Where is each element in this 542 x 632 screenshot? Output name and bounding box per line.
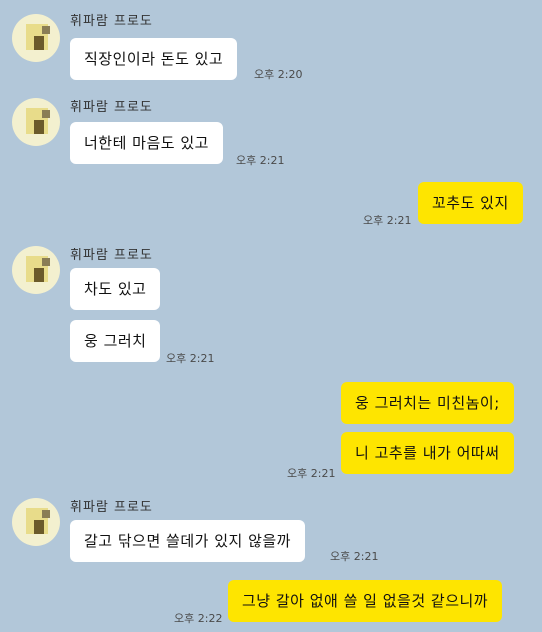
profile-avatar[interactable] <box>12 246 60 294</box>
message-bubble[interactable]: 너한테 마음도 있고 <box>70 122 223 164</box>
message-bubble[interactable]: 니 고추를 내가 어따써 <box>341 432 514 474</box>
message-time: 오후 2:21 <box>363 214 412 227</box>
message-bubble[interactable]: 꼬추도 있지 <box>418 182 523 224</box>
message-bubble[interactable]: 웅 그러치 <box>70 320 161 362</box>
profile-avatar[interactable] <box>12 98 60 146</box>
sender-name: 휘파람 프로도 <box>70 100 153 115</box>
sender-name: 휘파람 프로도 <box>70 500 153 515</box>
message-bubble[interactable]: 갈고 닦으면 쓸데가 있지 않을까 <box>70 520 305 562</box>
message-time: 오후 2:21 <box>236 154 285 167</box>
message-time: 오후 2:22 <box>174 612 223 625</box>
message-bubble[interactable]: 그냥 갈아 없애 쓸 일 없을것 같으니까 <box>228 580 503 622</box>
profile-avatar[interactable] <box>12 498 60 546</box>
message-time: 오후 2:21 <box>166 352 215 365</box>
profile-avatar[interactable] <box>12 14 60 62</box>
message-time: 오후 2:21 <box>287 467 336 480</box>
sender-name: 휘파람 프로도 <box>70 248 153 263</box>
sender-name: 휘파람 프로도 <box>70 14 153 29</box>
message-bubble[interactable]: 직장인이라 돈도 있고 <box>70 38 238 80</box>
message-bubble[interactable]: 차도 있고 <box>70 268 161 310</box>
message-time: 오후 2:20 <box>254 68 303 81</box>
chat-room: 휘파람 프로도 직장인이라 돈도 있고 오후 2:20 휘파람 프로도 너한테 … <box>0 0 542 632</box>
message-time: 오후 2:21 <box>330 550 379 563</box>
message-bubble[interactable]: 웅 그러치는 미친놈이; <box>341 382 514 424</box>
